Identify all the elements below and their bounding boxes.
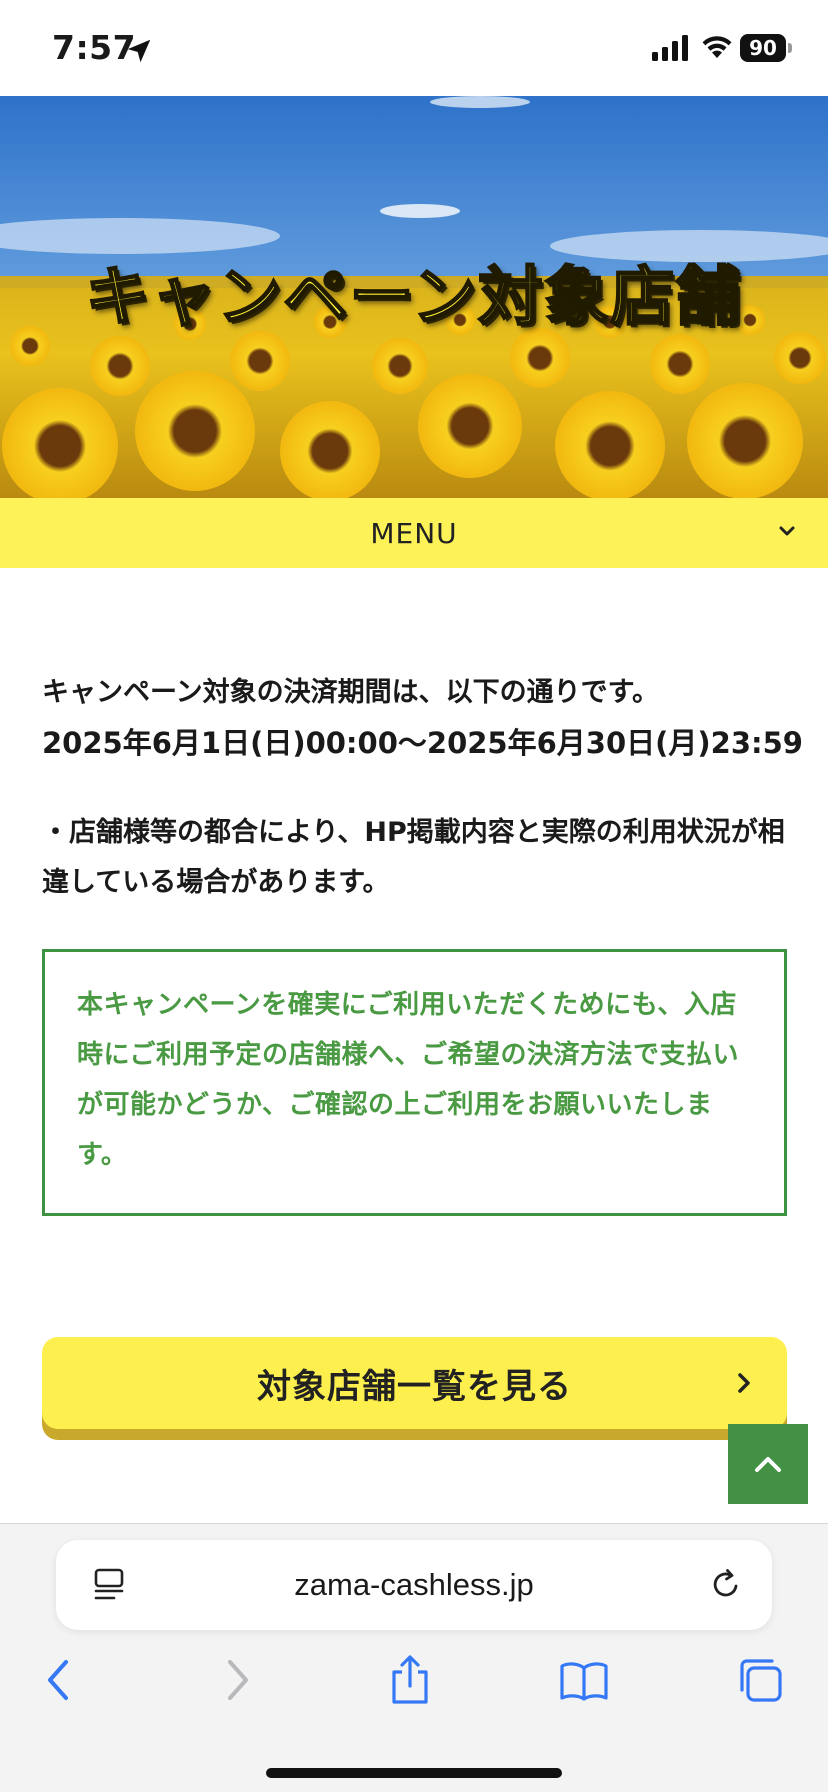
main-content: キャンペーン対象の決済期間は、以下の通りです。 2025年6月1日(日)00:0… bbox=[42, 668, 803, 908]
hero-banner: キャンペーン対象店舗 bbox=[0, 96, 828, 498]
back-to-top-button[interactable] bbox=[728, 1424, 808, 1504]
battery-indicator: 90 bbox=[740, 34, 792, 62]
notice-text: ・店舗様等の都合により、HP掲載内容と実際の利用状況が相違している場合があります… bbox=[42, 817, 785, 898]
menu-toggle[interactable]: MENU bbox=[0, 498, 828, 568]
menu-label: MENU bbox=[370, 516, 458, 550]
chevron-down-icon bbox=[779, 526, 795, 536]
cta-label: 対象店舗一覧を見る bbox=[257, 1366, 572, 1407]
battery-cap bbox=[788, 43, 792, 53]
view-store-list-button[interactable]: 対象店舗一覧を見る bbox=[42, 1337, 787, 1429]
confirmation-notice-text: 本キャンペーンを確実にご利用いただくためにも、入店時にご利用予定の店舗様へ、ご希… bbox=[77, 990, 739, 1170]
forward-arrow-icon[interactable] bbox=[210, 1654, 262, 1706]
home-indicator bbox=[266, 1768, 562, 1778]
period-intro: キャンペーン対象の決済期間は、以下の通りです。 bbox=[42, 677, 659, 708]
reload-icon[interactable] bbox=[708, 1567, 744, 1603]
chevron-right-icon bbox=[738, 1373, 750, 1393]
confirmation-notice-box: 本キャンペーンを確実にご利用いただくためにも、入店時にご利用予定の店舗様へ、ご希… bbox=[42, 949, 787, 1216]
status-bar: 7:57 90 bbox=[0, 0, 828, 96]
bookmarks-icon[interactable] bbox=[558, 1654, 610, 1706]
location-arrow-icon bbox=[127, 39, 151, 63]
period-range: 2025年6月1日(日)00:00〜2025年6月30日(月)23:59 bbox=[42, 726, 803, 760]
cellular-signal-icon bbox=[652, 35, 688, 61]
browser-toolbar: zama-cashless.jp bbox=[0, 1523, 828, 1792]
hero-title: キャンペーン対象店舗 bbox=[84, 260, 743, 337]
tabs-icon[interactable] bbox=[734, 1654, 786, 1706]
chevron-up-icon bbox=[755, 1457, 781, 1472]
address-bar[interactable]: zama-cashless.jp bbox=[56, 1540, 772, 1630]
wifi-icon bbox=[702, 36, 732, 58]
url-text: zama-cashless.jp bbox=[294, 1567, 534, 1602]
back-arrow-icon[interactable] bbox=[34, 1654, 86, 1706]
battery-level: 90 bbox=[740, 34, 786, 62]
share-icon[interactable] bbox=[384, 1654, 436, 1706]
